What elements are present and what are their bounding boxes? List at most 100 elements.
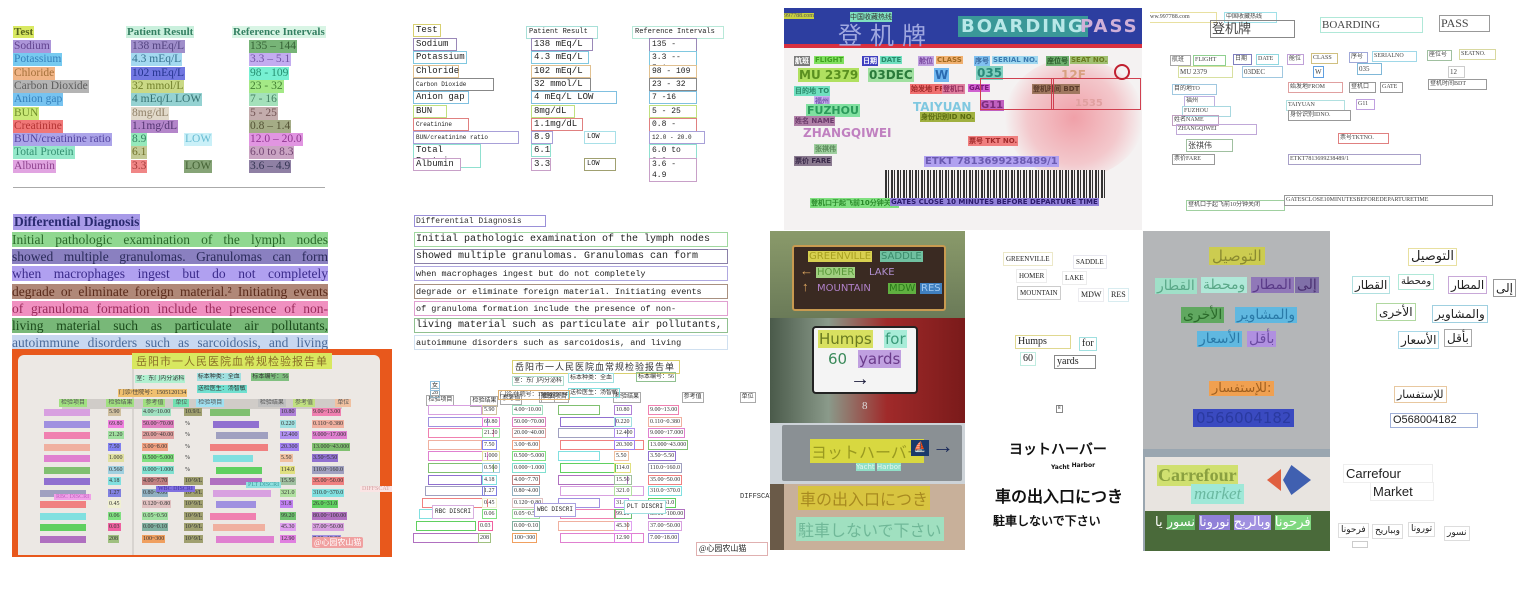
lab-reference: 5 - 25 <box>249 106 278 120</box>
ocr-reference: 23 - 32 <box>649 77 697 91</box>
humps-sign-photo: Humps for 60 yards → 8 <box>770 318 965 424</box>
ocr-blood-meta-outpatient: 门诊/住院号：1505120134 <box>498 390 570 400</box>
ocr-blood-right-ref: 35.00~50.00 <box>648 474 683 485</box>
carrefour-recognized: Carrefour Market فرحونا وبباريح تورونا نسور <box>1330 449 1520 559</box>
bp-class: W <box>934 68 950 82</box>
lab-test-name: BUN <box>13 106 40 120</box>
blood-left-ref: 0.120~0.80 <box>142 500 172 508</box>
blood-right-value: 114.0 <box>280 465 296 474</box>
bp-fare-cn-en: 票价 FARE <box>794 156 833 166</box>
ocr-arabic-baaqal: بأقل <box>1444 329 1472 347</box>
ocr-parking-1: 車の出入口につき <box>995 487 1124 506</box>
blood-right-ref: 310.0~370.0 <box>312 488 345 497</box>
ocr-result: 138 mEq/L <box>531 38 593 51</box>
ocr-blood-left-value: 4.18 <box>482 474 497 485</box>
lab-test-name: Potassium <box>13 53 63 67</box>
bp-name-cn: 张祺伟 <box>814 144 837 154</box>
blood-item-label-right <box>210 443 268 451</box>
ocr-blood-item-label <box>416 521 476 531</box>
blood-right-ref: 9.00~13.00 <box>312 408 342 416</box>
blood-item-label-right <box>213 455 253 462</box>
carrefour-ar-5: فرحونا <box>1274 515 1311 530</box>
ocr-carrefour-brand: Carrefour <box>1343 464 1433 483</box>
ocr-humps-1: Humps <box>1015 335 1071 349</box>
ocr-small-box <box>1352 541 1368 548</box>
ocr-blood-left-ref: 4.00~7.70 <box>512 474 541 485</box>
ocr-blood-left-value: 69.80 <box>482 416 500 427</box>
carrefour-ar-3: نورونا <box>1199 515 1230 530</box>
lab-result: 1.1mg/dL <box>131 119 179 133</box>
lab-flag: LOW <box>184 159 213 173</box>
ocr-blood-left-value: 0.03 <box>478 521 493 531</box>
carrefour-brand: Carrefour <box>1157 465 1238 486</box>
ocr-bp-seat-en: SEATNO. <box>1459 49 1496 60</box>
ocr-blood-left-value: 21.20 <box>482 428 500 439</box>
ocr-bp-class-en: CLASS <box>1311 53 1338 64</box>
lab-row: Potassium 4.3 mEq/L 3.3 – 5.1 <box>0 53 400 67</box>
bp-flight: MU 2379 <box>798 68 860 82</box>
blood-item-label <box>40 501 86 508</box>
blood-item-label <box>44 409 90 416</box>
blood-item-label <box>44 455 90 462</box>
ocr-watermark: @心园农山猫 <box>696 542 768 556</box>
blood-report-recognized: 岳阳市一人民医院血常规检验报告单 检验项目 检验结果 参考值 单位 检验项目 检验结果 参考… <box>400 350 770 570</box>
ocr-bp-name-cn: 张祺伟 <box>1186 139 1233 152</box>
carrefour-ar-4: وبالربح <box>1233 515 1271 530</box>
ocr-trail-3a: MOUNTAIN <box>1017 286 1061 300</box>
blood-left-value: 21.20 <box>108 431 124 439</box>
lab-row: Chloride 102 mEq/L 98 - 109 <box>0 66 400 80</box>
lab-row: Albumin 3.3 LOW 3.6 – 4.9 <box>0 159 400 173</box>
ocr-trail-3c: RES <box>1108 288 1129 302</box>
ocr-test-name: Albumin <box>413 157 461 171</box>
ocr-blood-right-value: 45.30 <box>614 521 632 531</box>
trail-word-l3a: MOUNTAIN <box>817 283 871 294</box>
blood-col-header: 检验项目 <box>58 399 87 407</box>
ocr-blood-right-ref: 37.00~50.00 <box>648 521 683 531</box>
blood-item-label-right <box>213 489 271 497</box>
lab-result: 102 mEq/L <box>131 66 186 80</box>
boarding-pass-photo: www.997788.com 中国收藏热线 登机牌 BOARDING PASS … <box>784 8 1142 230</box>
lab-reference: 98 - 109 <box>249 66 290 80</box>
blood-item-label <box>40 512 86 520</box>
ocr-bp-seat-cn: 座位号 <box>1427 50 1452 61</box>
blood-item-label-right <box>213 420 259 428</box>
diffscat-label: DIFFSCAT <box>360 486 392 492</box>
ocr-bp-title-cn: 登机牌 <box>1210 20 1295 38</box>
blood-item-label <box>44 420 90 428</box>
ocr-blood-left-ref: 0.500~5.000 <box>512 451 547 462</box>
ocr-blood-right-ref: 13.000~43.000 <box>648 439 689 450</box>
blood-unit: % <box>185 466 190 473</box>
carrefour-ar-2: نسور <box>1166 515 1195 530</box>
ocr-wbc: WBC DISCRI <box>534 503 577 517</box>
blood-meta-specimen-no: 标本编号：56 <box>251 373 290 381</box>
ocr-diagnosis-title: Differential Diagnosis <box>414 215 546 227</box>
ocr-trail-2a: HOMER <box>1016 269 1048 283</box>
lab-row: Total Protein 6.1 6.0 to 8.3 <box>0 146 400 160</box>
blood-unit: 10^9/L <box>184 511 204 520</box>
ocr-test-name: BUN <box>413 104 447 118</box>
lab-result: 4.3 mEq/L <box>131 53 183 67</box>
watermark: @心园农山猫 <box>312 537 364 548</box>
blood-right-ref: 0.110~0.380 <box>312 419 345 428</box>
ocr-blood-right-value: 5.50 <box>614 451 629 462</box>
ocr-result: 8.9 <box>531 131 553 145</box>
ocr-arabic-qitar: القطار <box>1352 276 1391 294</box>
ocr-blood-right-value: 321.0 <box>614 486 632 497</box>
arabic-word-baaqal: بأقل <box>1247 331 1277 347</box>
ocr-bp-notice-cn: 登机口于起飞前10分钟关闭 <box>1186 200 1285 211</box>
ocr-blood-left-value: 5.90 <box>482 405 497 415</box>
ocr-header-test: Test <box>413 24 441 37</box>
ocr-diagnosis-line: of granuloma formation include the prese… <box>414 300 728 316</box>
lab-test-name: Carbon Dioxide <box>13 79 89 93</box>
ocr-blood-meta-specimen-no: 标本编号：56 <box>636 372 677 382</box>
blood-left-value: 1.000 <box>108 454 124 462</box>
blood-left-value: 69.80 <box>108 419 124 428</box>
ocr-blood-item-label <box>428 439 482 450</box>
ocr-test-name: Chloride <box>413 64 459 78</box>
ocr-carrefour-arabic: وبباريح <box>1372 524 1403 539</box>
ocr-blood-item-label <box>428 474 482 485</box>
blood-left-value: 4.18 <box>108 477 121 485</box>
blood-right-ref: 9.000~17.000 <box>312 431 348 439</box>
post-number: 8 <box>862 400 868 412</box>
header-test: Test <box>13 26 35 38</box>
